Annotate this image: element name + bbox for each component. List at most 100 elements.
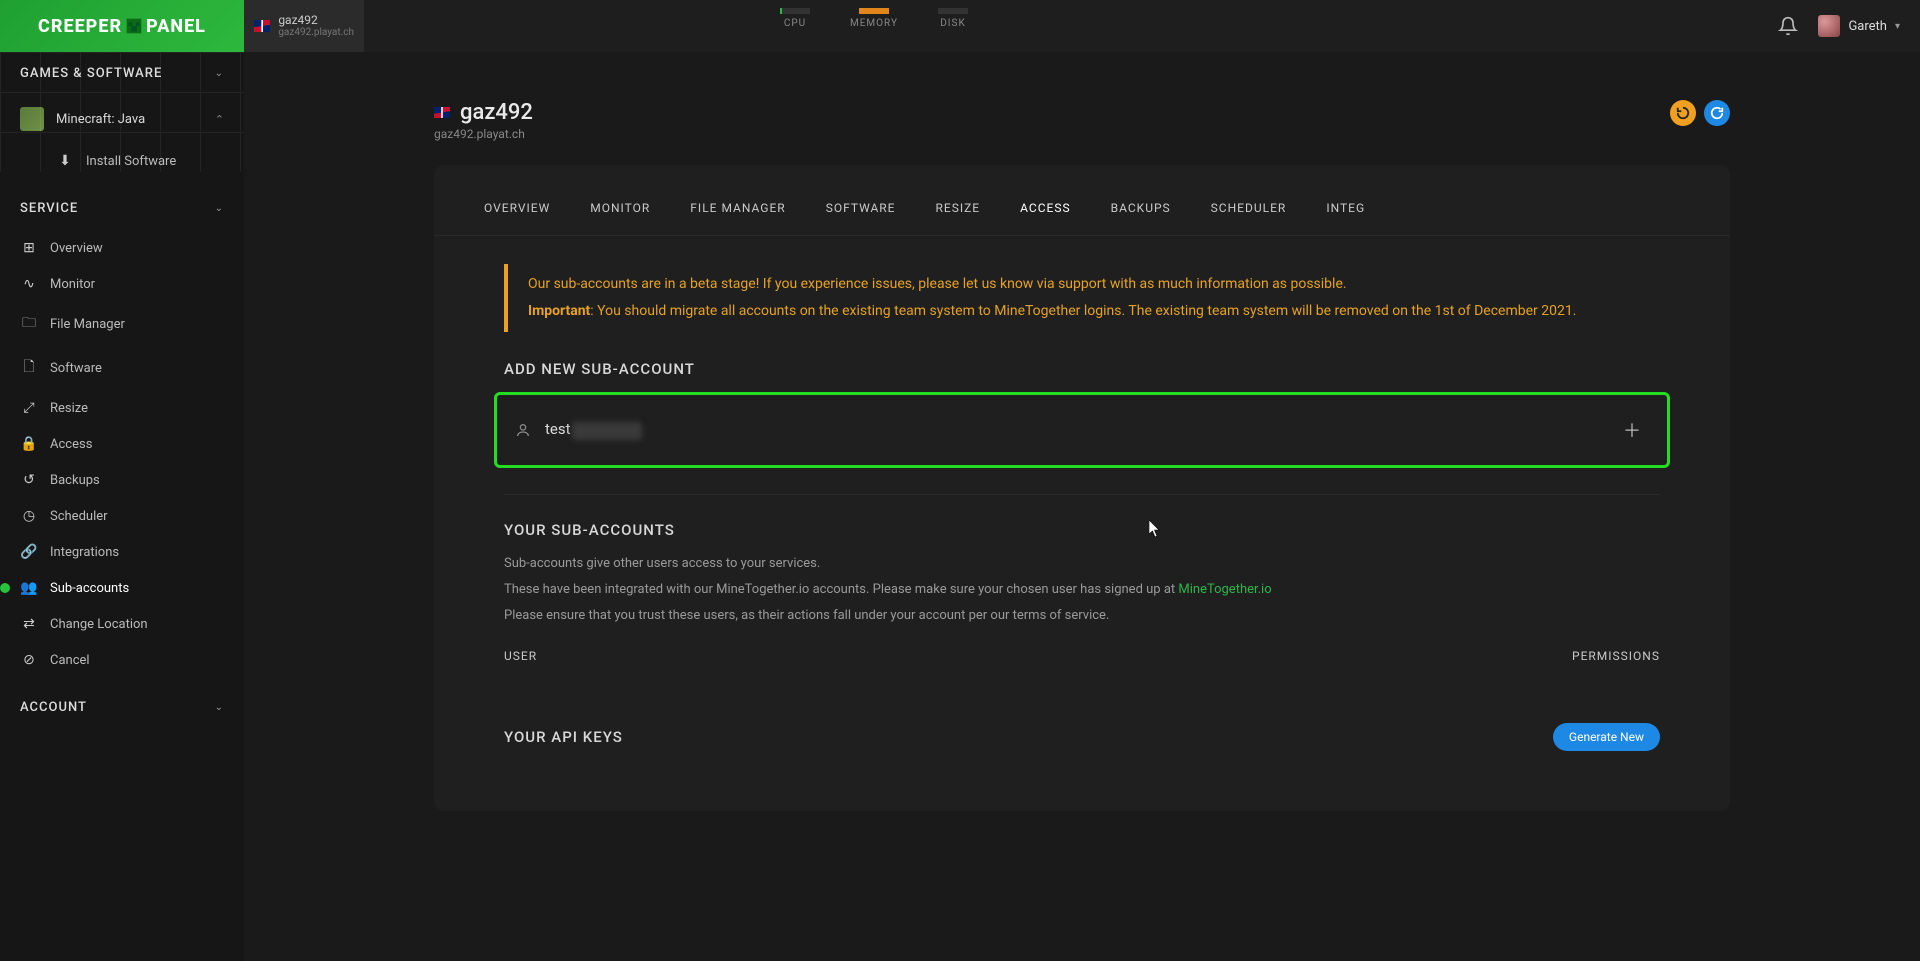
memory-bar-icon xyxy=(859,8,889,14)
tab-file-manager[interactable]: FILE MANAGER xyxy=(690,195,785,221)
metric-cpu[interactable]: CPU xyxy=(780,8,810,29)
tab-overview[interactable]: OVERVIEW xyxy=(484,195,550,221)
page-subtitle: gaz492.playat.ch xyxy=(434,127,533,141)
tab-software[interactable]: SOFTWARE xyxy=(826,195,896,221)
col-permissions: PERMISSIONS xyxy=(1572,649,1660,663)
sidebar-item-access[interactable]: 🔒 Access xyxy=(0,426,244,462)
sidebar-item-software[interactable]: 🗋 Software xyxy=(0,346,244,390)
section-service[interactable]: SERVICE ⌄ xyxy=(0,187,244,230)
server-name: gaz492 xyxy=(278,14,354,27)
redacted-text xyxy=(572,422,642,440)
scheduler-icon: ◷ xyxy=(20,508,38,524)
install-software-label: Install Software xyxy=(86,154,176,169)
cpu-bar-icon xyxy=(780,8,810,14)
minetogether-link[interactable]: MineTogether.io xyxy=(1178,582,1271,597)
subaccount-table-header: USER PERMISSIONS xyxy=(504,649,1660,663)
sidebar-item-scheduler[interactable]: ◷ Scheduler xyxy=(0,498,244,534)
resize-icon: ⤢ xyxy=(20,400,38,416)
sidebar-item-monitor[interactable]: ∿ Monitor xyxy=(0,266,244,302)
person-icon xyxy=(515,422,531,438)
desc2-text: These have been integrated with our Mine… xyxy=(504,582,1178,597)
typed-prefix: test xyxy=(545,420,571,438)
tab-backups[interactable]: BACKUPS xyxy=(1111,195,1171,221)
file-manager-icon: 🗀 xyxy=(20,312,38,336)
sidebar-item-label: Resize xyxy=(50,401,88,416)
tab-scheduler[interactable]: SCHEDULER xyxy=(1211,195,1287,221)
notifications-icon[interactable] xyxy=(1778,16,1798,36)
sidebar-item-change-location[interactable]: ⇄ Change Location xyxy=(0,606,244,642)
sidebar-item-label: Backups xyxy=(50,473,100,488)
metric-memory[interactable]: MEMORY xyxy=(850,8,898,29)
subaccount-input-value[interactable]: test xyxy=(545,420,642,439)
notice-line2: Important: You should migrate all accoun… xyxy=(528,301,1680,322)
add-subaccount-input-box[interactable]: test ＋ xyxy=(494,392,1670,468)
section-account[interactable]: ACCOUNT ⌄ xyxy=(0,686,244,729)
add-subaccount-title: ADD NEW SUB-ACCOUNT xyxy=(504,360,1660,378)
metric-disk[interactable]: DISK xyxy=(938,8,968,29)
sidebar-item-label: Integrations xyxy=(50,545,119,560)
sidebar-item-label: Monitor xyxy=(50,277,95,292)
sidebar-item-cancel[interactable]: ⊘ Cancel xyxy=(0,642,244,678)
chevron-down-icon: ▾ xyxy=(1895,21,1900,32)
api-keys-title: YOUR API KEYS xyxy=(504,728,623,746)
tab-integ[interactable]: INTEG xyxy=(1326,195,1365,221)
tab-access[interactable]: ACCESS xyxy=(1020,195,1070,221)
user-name: Gareth xyxy=(1848,19,1887,34)
notice-line2-text: : You should migrate all accounts on the… xyxy=(590,303,1576,319)
software-icon: 🗋 xyxy=(20,356,38,380)
add-button[interactable]: ＋ xyxy=(1615,413,1649,447)
avatar-icon xyxy=(1818,15,1840,37)
brand-part1: CREEPER xyxy=(38,16,122,37)
sidebar-item-overview[interactable]: ⊞ Overview xyxy=(0,230,244,266)
sidebar-item-install-software[interactable]: ⬇ Install Software xyxy=(0,143,244,179)
sidebar-item-label: Sub-accounts xyxy=(50,581,129,596)
divider xyxy=(504,494,1660,495)
refresh-button[interactable] xyxy=(1704,100,1730,126)
chevron-down-icon: ⌄ xyxy=(215,702,224,713)
user-menu[interactable]: Gareth ▾ xyxy=(1818,15,1900,37)
access-icon: 🔒 xyxy=(20,436,38,452)
sidebar-item-backups[interactable]: ↺ Backups xyxy=(0,462,244,498)
sidebar: GAMES & SOFTWARE ⌄ Minecraft: Java ⌃ ⬇ I… xyxy=(0,52,244,961)
memory-label: MEMORY xyxy=(850,18,898,29)
notice-important: Important xyxy=(528,303,590,319)
subaccount-desc2: These have been integrated with our Mine… xyxy=(504,579,1660,601)
tab-resize[interactable]: RESIZE xyxy=(936,195,981,221)
beta-notice: Our sub-accounts are in a beta stage! If… xyxy=(504,264,1680,332)
sidebar-item-integrations[interactable]: 🔗Integrations xyxy=(0,534,244,570)
server-selector[interactable]: gaz492 gaz492.playat.ch xyxy=(244,0,364,52)
overview-icon: ⊞ xyxy=(20,240,38,256)
content-panel: OVERVIEW MONITOR FILE MANAGER SOFTWARE RESIZ… xyxy=(434,165,1730,811)
restart-button[interactable] xyxy=(1670,100,1696,126)
sidebar-item-label: Overview xyxy=(50,241,103,256)
sidebar-item-file-manager[interactable]: 🗀File Manager xyxy=(0,302,244,346)
sub-accounts-icon: 👥 xyxy=(20,580,38,596)
sidebar-item-label: Change Location xyxy=(50,617,148,632)
sidebar-item-label: Scheduler xyxy=(50,509,108,524)
resource-metrics: CPU MEMORY DISK xyxy=(780,8,968,29)
disk-label: DISK xyxy=(940,18,966,29)
sidebar-item-label: Access xyxy=(50,437,92,452)
col-user: USER xyxy=(504,649,537,663)
sidebar-item-label: Cancel xyxy=(50,653,90,668)
monitor-icon: ∿ xyxy=(20,276,38,292)
generate-new-button[interactable]: Generate New xyxy=(1553,723,1660,751)
cancel-icon: ⊘ xyxy=(20,652,38,668)
sidebar-item-sub-accounts[interactable]: 👥 Sub-accounts xyxy=(0,570,244,606)
tab-monitor[interactable]: MONITOR xyxy=(590,195,650,221)
sidebar-item-label: Software xyxy=(50,361,102,376)
brand-logo[interactable]: CREEPER PANEL xyxy=(0,0,244,52)
your-subaccounts-title: YOUR SUB-ACCOUNTS xyxy=(504,521,1660,539)
disk-bar-icon xyxy=(938,8,968,14)
section-service-label: SERVICE xyxy=(20,201,78,216)
change-location-icon: ⇄ xyxy=(20,616,38,632)
sidebar-item-resize[interactable]: ⤢ Resize xyxy=(0,390,244,426)
flag-uk-icon xyxy=(254,20,270,32)
page-title: gaz492 xyxy=(460,100,533,125)
notice-line1: Our sub-accounts are in a beta stage! If… xyxy=(528,274,1680,295)
chevron-down-icon: ⌄ xyxy=(215,203,224,214)
flag-uk-icon xyxy=(434,107,450,118)
backups-icon: ↺ xyxy=(20,472,38,488)
brand-part2: PANEL xyxy=(146,16,206,37)
server-address: gaz492.playat.ch xyxy=(278,27,354,38)
